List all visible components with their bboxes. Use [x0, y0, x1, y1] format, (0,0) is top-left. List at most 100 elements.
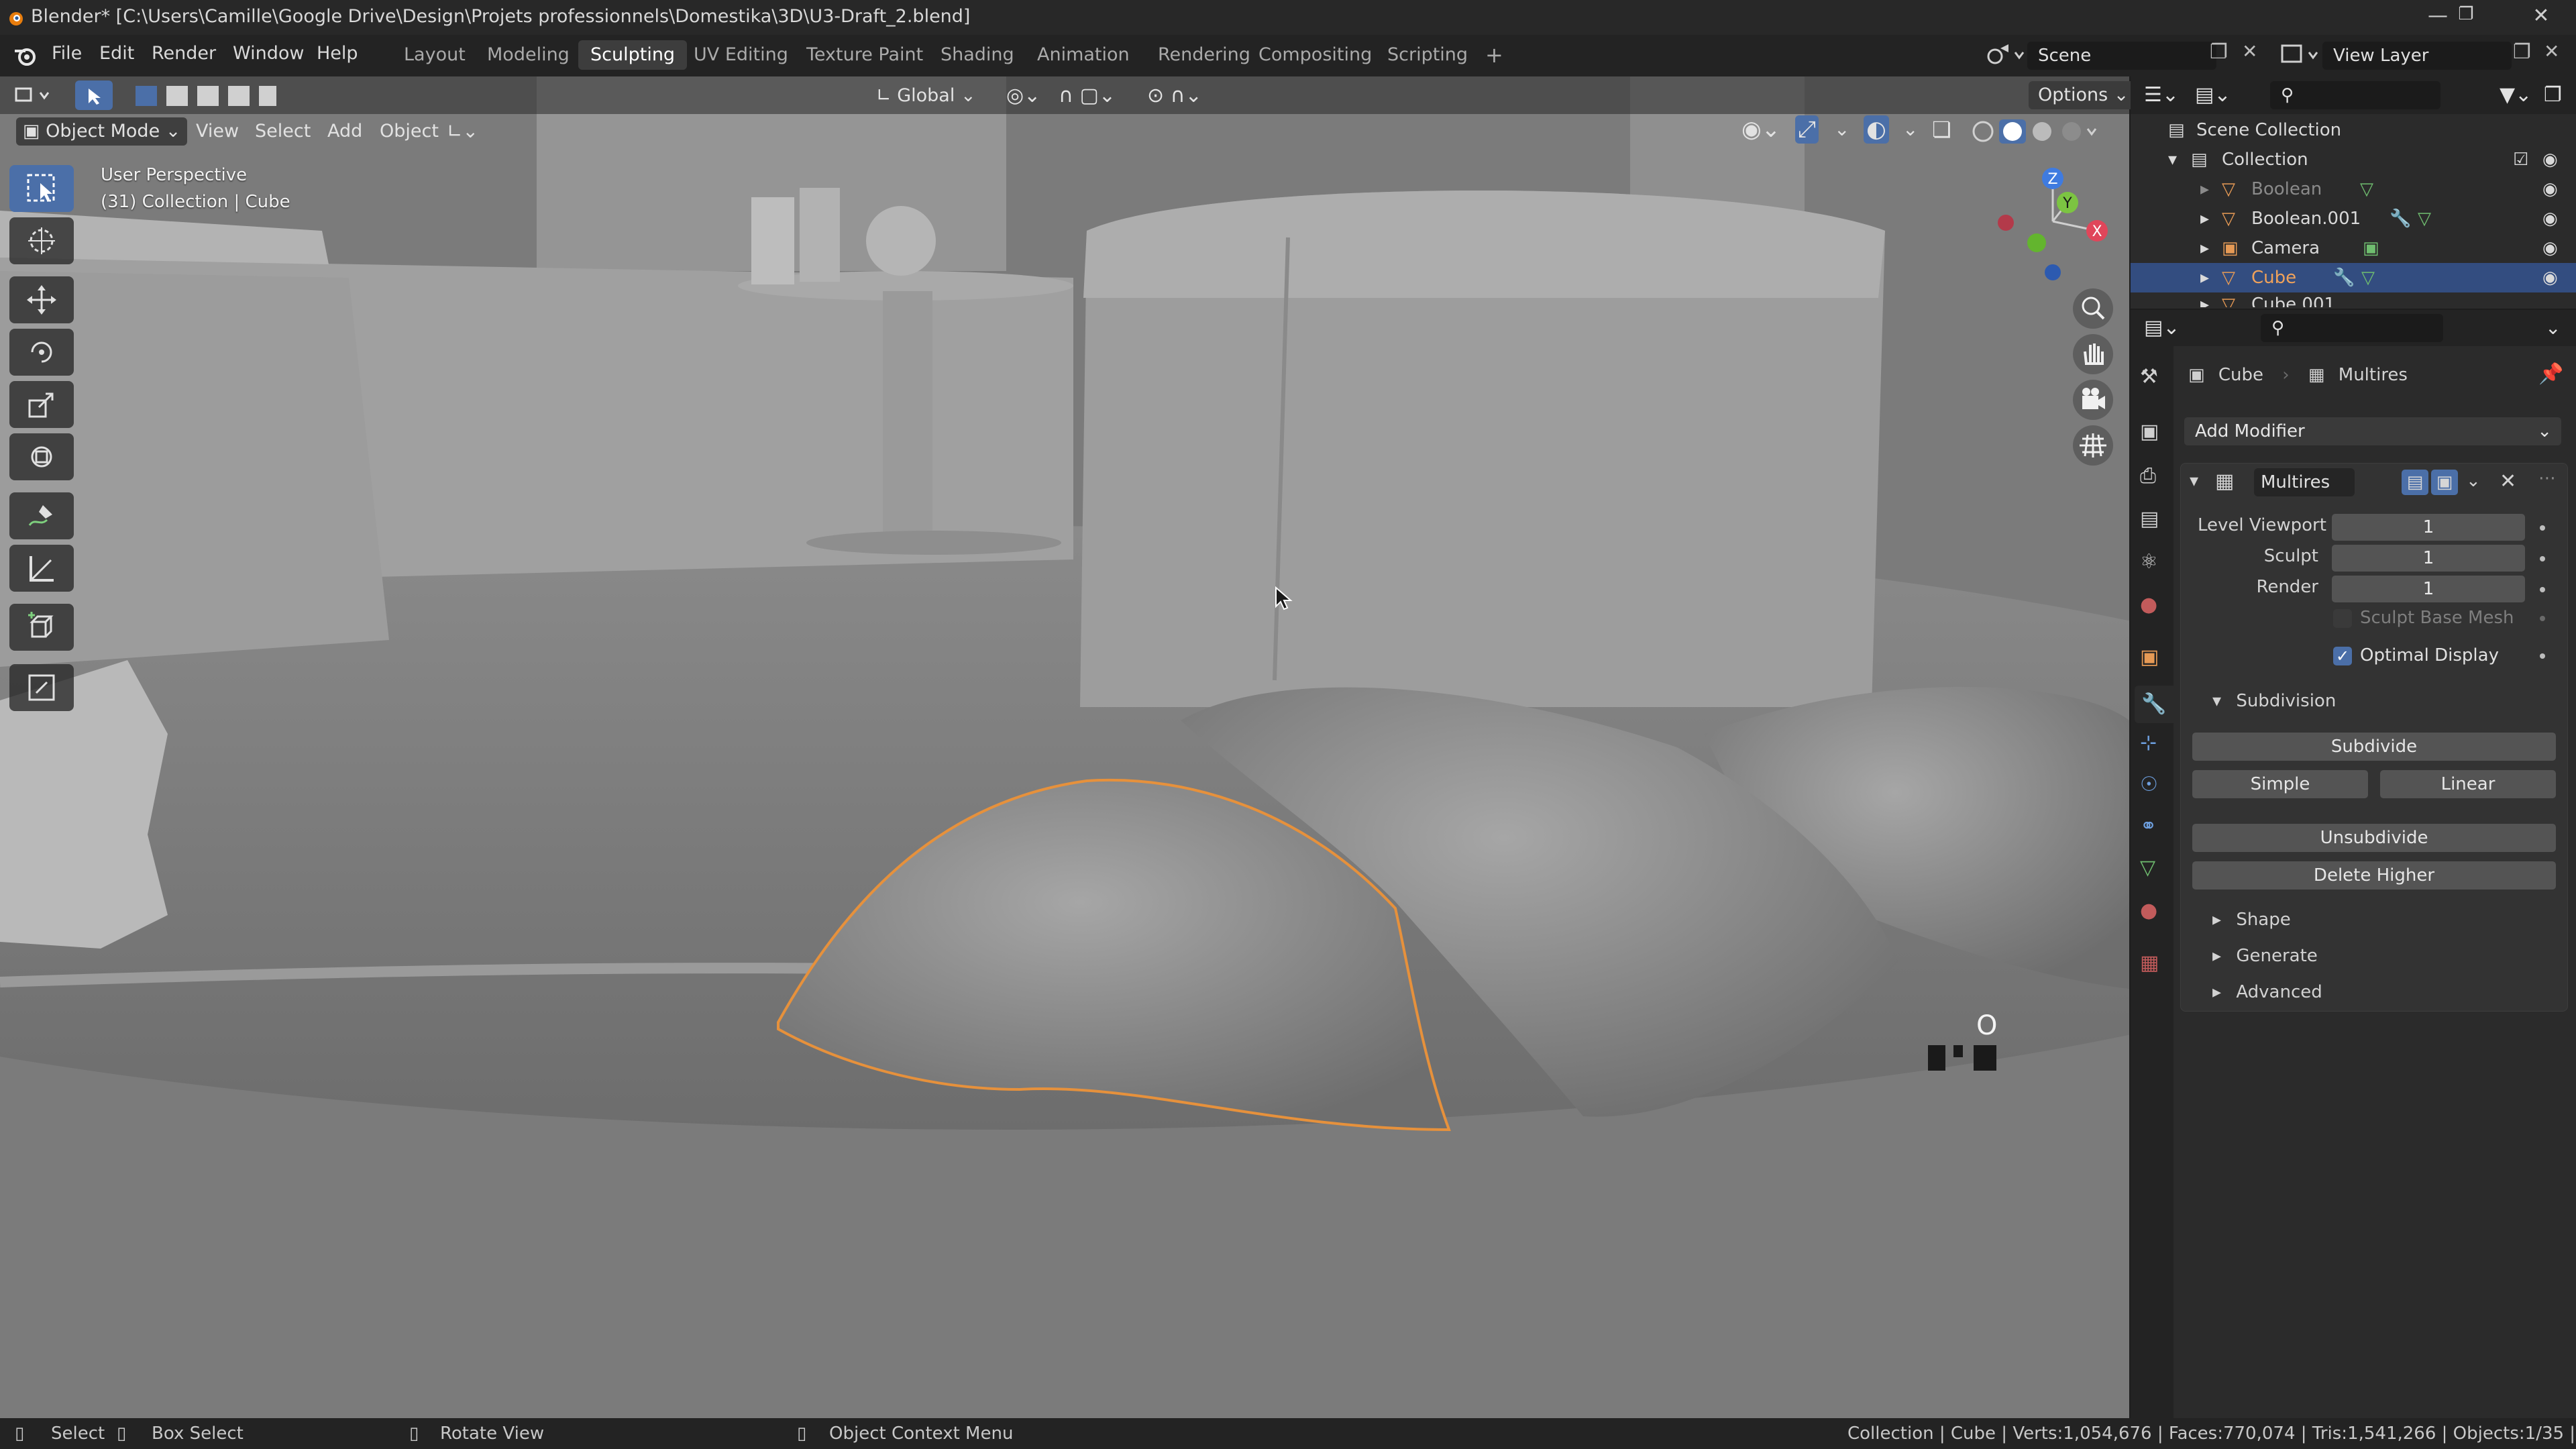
simple-button[interactable]: Simple [2192, 770, 2368, 798]
outliner-item-cube[interactable]: ▸ ▽ Cube 🔧 ▽ ◉ [2131, 263, 2576, 292]
tool-rotate[interactable] [9, 329, 74, 376]
exclude-checkbox-icon[interactable]: ☑ [2513, 145, 2528, 174]
blender-menu-icon[interactable] [13, 44, 38, 67]
menu-render[interactable]: Render [152, 43, 216, 64]
restore-icon[interactable]: ❐ [2439, 4, 2493, 24]
data-tab-icon[interactable]: ▽ [2140, 856, 2169, 885]
subdivision-panel-toggle[interactable]: ▾ Subdivision [2212, 691, 2336, 711]
optimal-display-checkbox[interactable]: ✓ [2333, 647, 2352, 665]
tab-animation[interactable]: Animation [1025, 40, 1142, 70]
viewport-menu-select[interactable]: Select [255, 117, 311, 146]
chevron-down-icon[interactable]: ⌄ [2545, 314, 2561, 342]
tool-scale[interactable] [9, 381, 74, 428]
scene-browse-icon[interactable] [1984, 42, 2025, 68]
render-tab-icon[interactable]: ▣ [2140, 420, 2169, 449]
advanced-panel-toggle[interactable]: ▸ Advanced [2212, 982, 2322, 1002]
tab-sculpting[interactable]: Sculpting [578, 40, 688, 70]
overlays-icon[interactable]: ◐ [1864, 115, 1889, 144]
gizmo-toggle-icon[interactable]: ∟⌄ [447, 117, 478, 146]
keyframe-dot-icon[interactable] [2540, 653, 2545, 659]
show-render-icon[interactable]: ▣ [2431, 470, 2458, 495]
viewport-menu-add[interactable]: Add [327, 117, 362, 146]
tool-move[interactable] [9, 276, 74, 323]
outliner-search-input[interactable]: ⚲ [2270, 81, 2440, 109]
drag-handle-icon[interactable]: ⋯ [2538, 468, 2556, 488]
subdivide-button[interactable]: Subdivide [2192, 733, 2556, 761]
outliner-collection[interactable]: ▾ ▤ Collection ☑ ◉ [2131, 145, 2576, 174]
render-level-field[interactable]: 1 [2332, 576, 2525, 602]
view-layer-copy-icon[interactable]: ❐ [2513, 40, 2531, 64]
outliner-scene-collection[interactable]: ▤ Scene Collection [2131, 115, 2576, 145]
outliner-item-camera[interactable]: ▸ ▣ Camera ▣ ◉ [2131, 233, 2576, 263]
eye-icon[interactable]: ◉ [2542, 174, 2558, 204]
pivot-point-icon[interactable]: ◎⌄ [1006, 82, 1040, 110]
tab-compositing[interactable]: Compositing [1246, 40, 1384, 70]
shading-mode-icons[interactable] [1970, 118, 2097, 145]
new-collection-icon[interactable]: ❐ [2544, 81, 2562, 109]
tool-transform[interactable] [9, 433, 74, 480]
scene-copy-icon[interactable]: ❐ [2210, 40, 2228, 64]
modifier-name-field[interactable]: Multires [2254, 468, 2355, 496]
display-mode-icon[interactable]: ▤⌄ [2195, 81, 2231, 109]
menu-edit[interactable]: Edit [99, 43, 134, 64]
outliner-item-cube-001[interactable]: ▸ ▽ Cube.001 [2131, 292, 2576, 307]
pan-hand-icon[interactable] [2073, 334, 2113, 374]
xray-icon[interactable]: ❏ [1932, 115, 1951, 144]
view-layer-browse-icon[interactable] [2279, 43, 2320, 67]
filter-icon[interactable]: ▼⌄ [2500, 81, 2532, 109]
disclosure-closed-icon[interactable]: ▸ [2200, 292, 2209, 307]
linear-button[interactable]: Linear [2380, 770, 2556, 798]
snap-icon[interactable]: ∩ ▢⌄ [1059, 82, 1116, 110]
keyframe-dot-icon[interactable] [2540, 556, 2545, 561]
options-dropdown[interactable]: Options ⌄ [2029, 81, 2139, 109]
shape-panel-toggle[interactable]: ▸ Shape [2212, 910, 2291, 930]
eye-icon[interactable]: ◉ [2542, 145, 2558, 174]
view-layer-tab-icon[interactable]: ▤ [2140, 507, 2169, 537]
tool-measure[interactable] [9, 545, 74, 592]
level-viewport-field[interactable]: 1 [2332, 514, 2525, 541]
outliner-item-boolean[interactable]: ▸ ▽ Boolean ▽ ◉ [2131, 174, 2576, 204]
select-mode-icons[interactable] [131, 82, 279, 109]
tab-scripting[interactable]: Scripting [1375, 40, 1480, 70]
camera-view-icon[interactable] [2073, 380, 2113, 420]
view-layer-field[interactable]: View Layer [2322, 42, 2512, 70]
material-tab-icon[interactable]: ● [2140, 899, 2169, 928]
delete-higher-button[interactable]: Delete Higher [2192, 861, 2556, 890]
tool-cursor[interactable] [9, 217, 74, 264]
physics-tab-icon[interactable]: ☉ [2140, 773, 2169, 802]
scene-delete-icon[interactable]: ✕ [2242, 40, 2257, 62]
tab-layout[interactable]: Layout [392, 40, 478, 70]
object-tab-icon[interactable]: ▣ [2140, 645, 2169, 675]
zoom-icon[interactable] [2073, 288, 2113, 329]
disclosure-closed-icon[interactable]: ▸ [2200, 204, 2209, 233]
disclosure-closed-icon[interactable]: ▸ [2200, 174, 2209, 204]
viewport-menu-view[interactable]: View [196, 117, 239, 146]
tool-select-box[interactable] [9, 165, 74, 212]
tool-tab-icon[interactable]: ⚒ [2140, 365, 2169, 394]
keyframe-dot-icon[interactable] [2540, 587, 2545, 592]
properties-editor-type-icon[interactable]: ▤⌄ [2144, 314, 2180, 342]
eye-icon[interactable]: ◉ [2542, 233, 2558, 263]
properties-search-input[interactable]: ⚲ [2261, 314, 2443, 342]
unsubdivide-button[interactable]: Unsubdivide [2192, 824, 2556, 852]
modifier-tab-wrench-icon[interactable]: 🔧 [2135, 686, 2174, 723]
particles-tab-icon[interactable]: ⊹ [2140, 731, 2169, 761]
remove-modifier-icon[interactable]: ✕ [2500, 470, 2516, 493]
sculpt-base-mesh-checkbox[interactable] [2333, 609, 2352, 628]
generate-panel-toggle[interactable]: ▸ Generate [2212, 946, 2318, 966]
keyframe-dot-icon[interactable] [2540, 616, 2545, 621]
texture-tab-icon[interactable]: ▦ [2140, 951, 2169, 981]
keyframe-dot-icon[interactable] [2540, 525, 2545, 531]
menu-window[interactable]: Window [233, 43, 304, 64]
outliner-editor-type-icon[interactable]: ☰⌄ [2144, 81, 2179, 109]
show-viewport-icon[interactable]: ▤ [2402, 470, 2428, 495]
select-tool-toggle[interactable] [75, 80, 113, 110]
menu-file[interactable]: File [52, 43, 82, 64]
scene-tab-icon[interactable]: ⚛ [2140, 550, 2169, 580]
tab-shading[interactable]: Shading [928, 40, 1026, 70]
add-workspace-icon[interactable]: + [1473, 40, 1515, 70]
add-modifier-dropdown[interactable]: Add Modifier ⌄ [2184, 417, 2561, 445]
transform-orientation-dropdown[interactable]: ∟ Global ⌄ [876, 82, 976, 110]
disclosure-closed-icon[interactable]: ▸ [2200, 233, 2209, 263]
scene-name-field[interactable]: Scene [2027, 42, 2216, 70]
